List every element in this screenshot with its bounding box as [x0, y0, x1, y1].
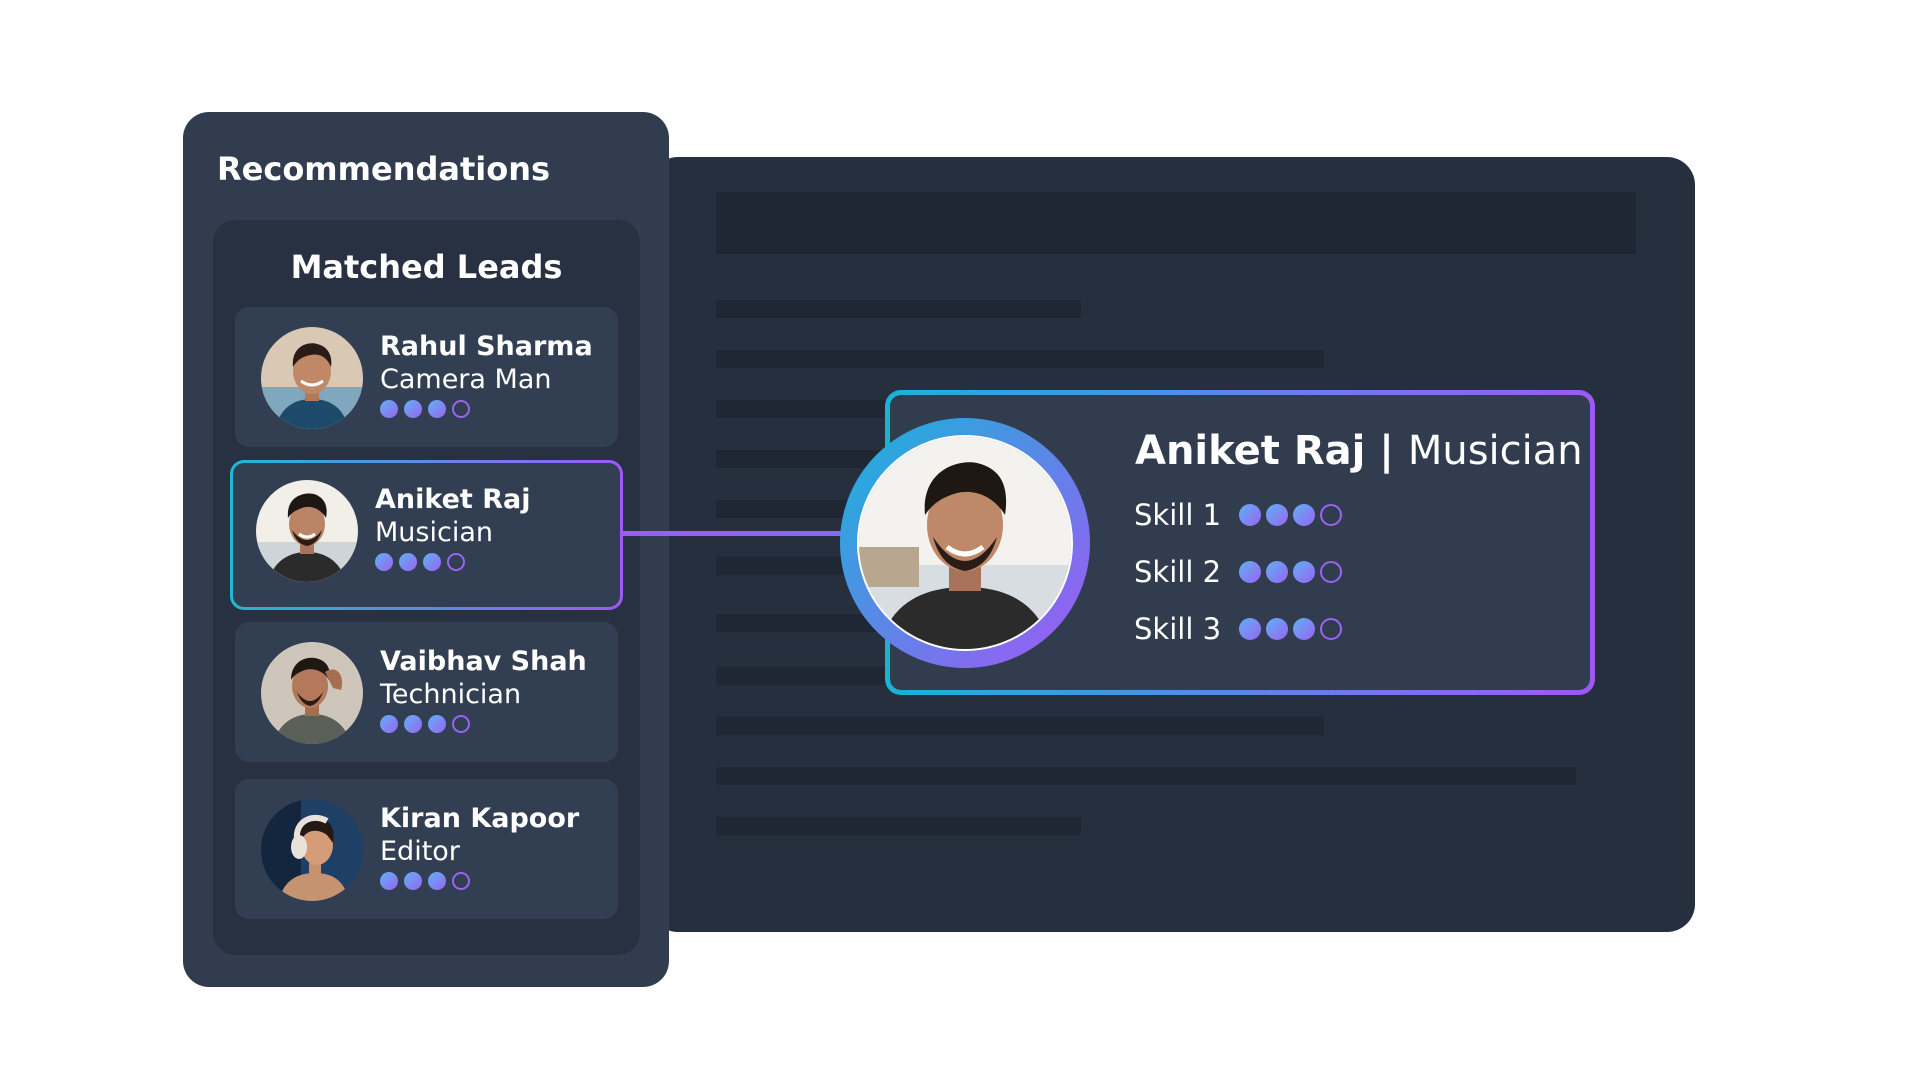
rating-dot-filled	[380, 715, 398, 733]
lead-name: Aniket Raj	[375, 484, 531, 515]
lead-role: Technician	[380, 679, 522, 710]
lead-card-kiran-kapoor[interactable]: Kiran Kapoor Editor	[235, 779, 618, 919]
rating-dot-empty	[452, 715, 470, 733]
skill-row: Skill 1	[1134, 498, 1342, 532]
lead-role: Editor	[380, 836, 460, 867]
rating-dot-filled	[1239, 504, 1261, 526]
rating-dots	[375, 553, 465, 571]
rating-dot-filled	[399, 553, 417, 571]
rating-dots	[380, 400, 470, 418]
detail-separator: |	[1365, 428, 1408, 474]
skill-rating-dots	[1239, 561, 1342, 583]
rating-dot-filled	[428, 872, 446, 890]
rating-dot-filled	[404, 872, 422, 890]
rating-dot-filled	[380, 872, 398, 890]
skeleton-line	[716, 350, 1324, 368]
detail-title: Aniket Raj | Musician	[1135, 428, 1583, 474]
skeleton-line	[716, 300, 1081, 318]
lead-role: Musician	[375, 517, 493, 548]
avatar	[256, 480, 358, 582]
skeleton-header-bar	[716, 192, 1636, 254]
connector-line	[620, 531, 860, 536]
rating-dot-filled	[1266, 504, 1288, 526]
rating-dot-filled	[1239, 618, 1261, 640]
lead-name: Kiran Kapoor	[380, 803, 580, 834]
rating-dot-filled	[1239, 561, 1261, 583]
rating-dot-empty	[1320, 618, 1342, 640]
rating-dot-filled	[404, 715, 422, 733]
rating-dot-filled	[1293, 618, 1315, 640]
avatar	[261, 327, 363, 429]
skill-rating-dots	[1239, 618, 1342, 640]
rating-dots	[380, 715, 470, 733]
rating-dot-empty	[1320, 561, 1342, 583]
skeleton-line	[716, 817, 1081, 835]
skill-label: Skill 1	[1134, 498, 1222, 532]
lead-role: Camera Man	[380, 364, 552, 395]
rating-dot-filled	[1266, 561, 1288, 583]
rating-dot-filled	[380, 400, 398, 418]
detail-avatar-ring	[840, 418, 1090, 668]
detail-avatar	[857, 435, 1073, 651]
skill-label: Skill 3	[1134, 612, 1222, 646]
avatar	[261, 642, 363, 744]
lead-card-vaibhav-shah[interactable]: Vaibhav Shah Technician	[235, 622, 618, 762]
rating-dot-filled	[1293, 561, 1315, 583]
rating-dot-empty	[1320, 504, 1342, 526]
skill-label: Skill 2	[1134, 555, 1222, 589]
avatar	[261, 799, 363, 901]
rating-dot-filled	[1293, 504, 1315, 526]
rating-dot-filled	[1266, 618, 1288, 640]
rating-dot-filled	[404, 400, 422, 418]
skeleton-line	[716, 767, 1576, 785]
matched-leads-title: Matched Leads	[290, 248, 563, 286]
skill-row: Skill 2	[1134, 555, 1342, 589]
rating-dot-empty	[452, 872, 470, 890]
skill-row: Skill 3	[1134, 612, 1342, 646]
rating-dot-empty	[447, 553, 465, 571]
detail-name: Aniket Raj	[1135, 428, 1366, 474]
skeleton-line	[716, 717, 1324, 735]
detail-role: Musician	[1407, 428, 1583, 474]
skill-rating-dots	[1239, 504, 1342, 526]
lead-name: Vaibhav Shah	[380, 646, 587, 677]
lead-card-rahul-sharma[interactable]: Rahul Sharma Camera Man	[235, 307, 618, 447]
recommendations-title: Recommendations	[217, 150, 551, 188]
rating-dot-filled	[428, 715, 446, 733]
rating-dot-filled	[428, 400, 446, 418]
rating-dot-filled	[375, 553, 393, 571]
rating-dot-filled	[423, 553, 441, 571]
lead-name: Rahul Sharma	[380, 331, 593, 362]
rating-dots	[380, 872, 470, 890]
rating-dot-empty	[452, 400, 470, 418]
lead-card-aniket-raj-selected[interactable]: Aniket Raj Musician	[230, 460, 623, 610]
